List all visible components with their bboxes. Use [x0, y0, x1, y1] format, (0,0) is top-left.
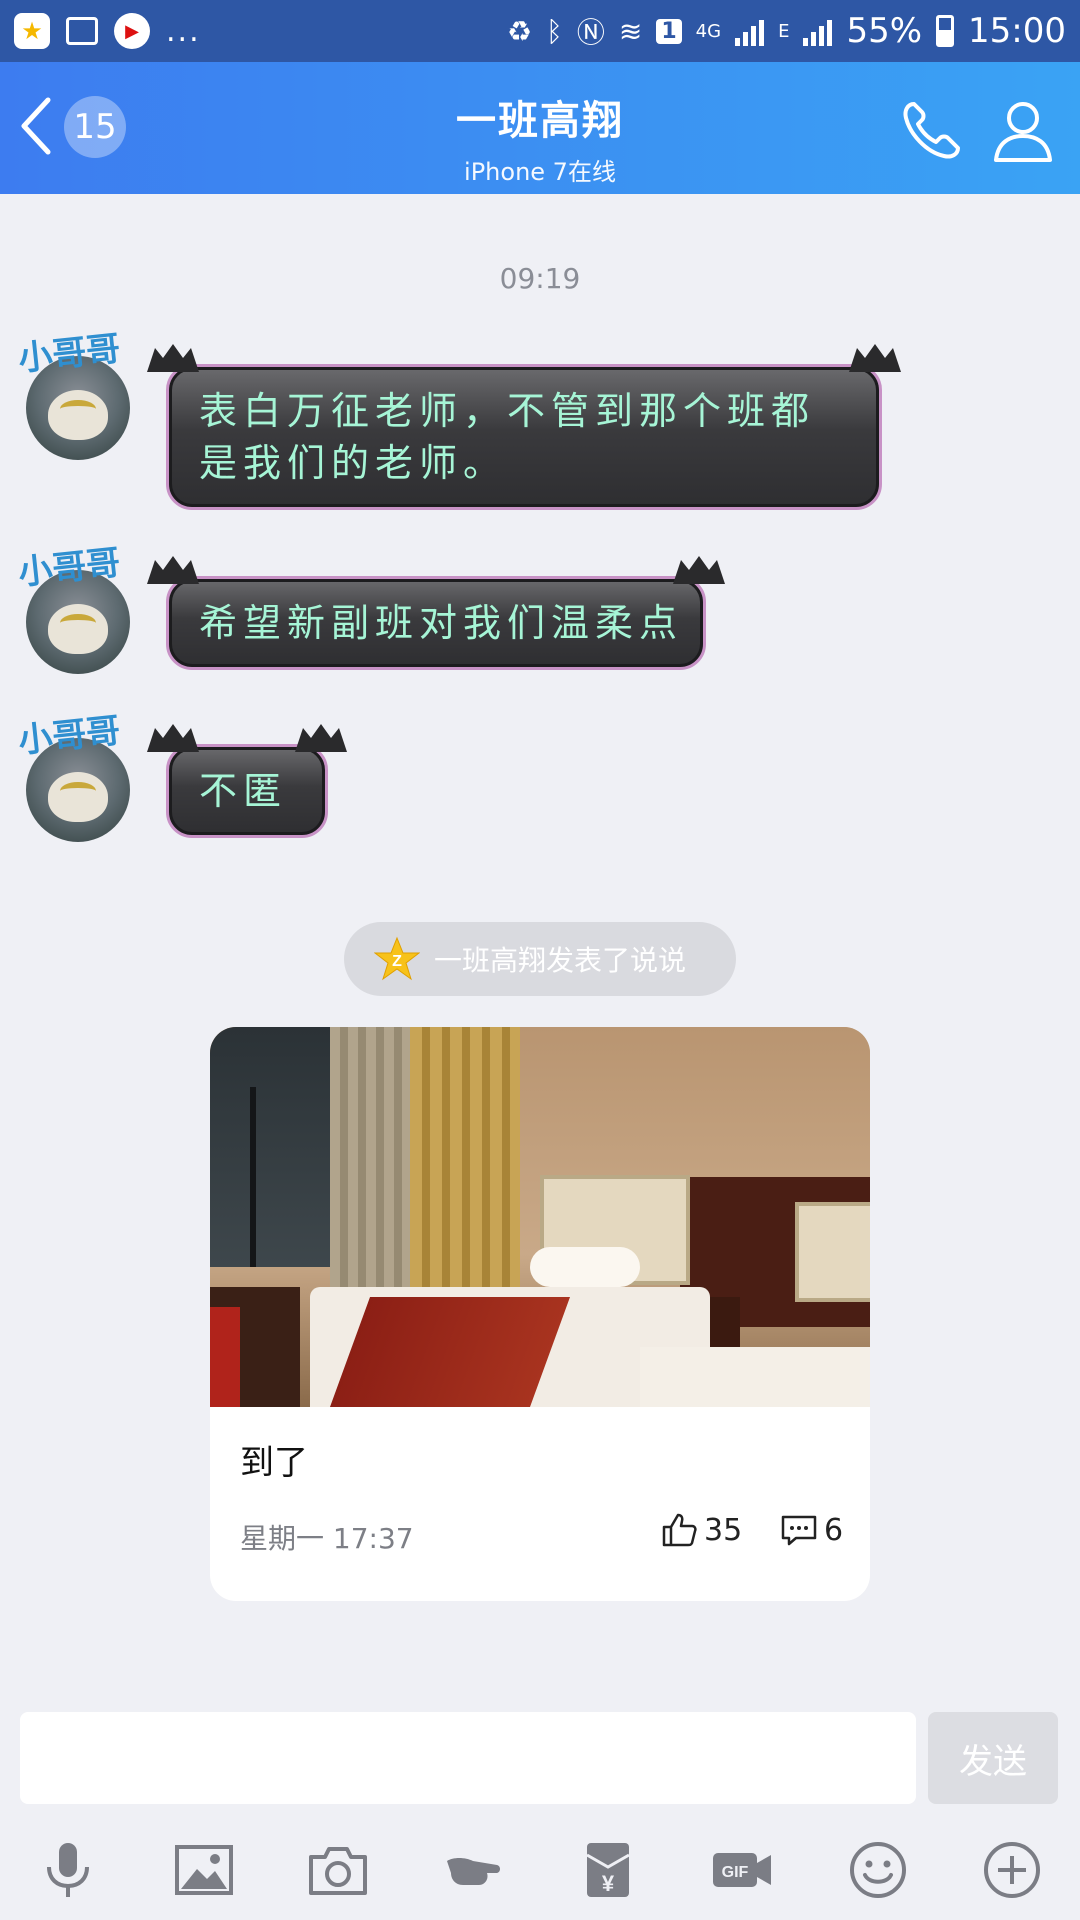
red-packet-icon: ¥ — [586, 1843, 630, 1897]
photo-button[interactable] — [168, 1834, 240, 1906]
clock: 15:00 — [968, 11, 1066, 51]
nfc-battery-icon: ♻ — [506, 14, 533, 48]
feed-notice[interactable]: Z 一班高翔发表了说说 — [344, 922, 736, 996]
like-button[interactable]: 35 — [660, 1511, 742, 1549]
bat-wing-icon — [145, 341, 201, 375]
svg-text:Z: Z — [392, 953, 402, 970]
gif-button[interactable]: GIF — [706, 1834, 778, 1906]
message-row: 小哥哥 不匿 — [17, 708, 1018, 858]
post-time: 星期一 17:37 — [240, 1522, 414, 1555]
sender-avatar-wrap[interactable]: 小哥哥 — [17, 708, 132, 848]
chat-header: 15 一班高翔 iPhone 7在线 — [0, 62, 1080, 194]
post-caption: 到了 — [240, 1443, 308, 1483]
online-status: iPhone 7在线 — [464, 158, 616, 186]
qzone-icon: ★ — [14, 13, 50, 49]
signal-icon-2 — [803, 16, 833, 46]
message-row: 小哥哥 希望新副班对我们温柔点 — [17, 540, 1018, 690]
nfc-icon: Ⓝ — [576, 16, 605, 49]
emoji-button[interactable] — [842, 1834, 914, 1906]
bat-wing-icon — [293, 721, 349, 755]
comment-count: 6 — [824, 1512, 844, 1548]
call-button[interactable] — [896, 96, 966, 166]
sender-avatar-wrap[interactable]: 小哥哥 — [17, 326, 132, 466]
bluetooth-icon: ᛒ — [546, 14, 563, 48]
bat-wing-icon — [145, 721, 201, 755]
message-bubble[interactable]: 表白万征老师，不管到那个班都是我们的老师。 — [147, 344, 901, 510]
status-bar: ★ ▶ ... ♻ ᛒ Ⓝ ≋ 1 4G E 55% 15:00 — [0, 0, 1080, 62]
message-text: 希望新副班对我们温柔点 — [199, 601, 684, 645]
post-photo[interactable] — [210, 1027, 870, 1407]
message-text: 表白万征老师，不管到那个班都是我们的老师。 — [199, 389, 816, 485]
sender-avatar-wrap[interactable]: 小哥哥 — [17, 540, 132, 680]
like-count: 35 — [704, 1512, 743, 1548]
gallery-icon — [66, 17, 98, 45]
message-bubble[interactable]: 希望新副班对我们温柔点 — [147, 556, 725, 670]
plus-icon — [984, 1842, 1040, 1898]
network-e-label: E — [778, 20, 790, 42]
plus-button[interactable] — [976, 1834, 1048, 1906]
battery-icon — [936, 15, 955, 47]
message-row: 小哥哥 表白万征老师，不管到那个班都是我们的老师。 — [17, 326, 1018, 526]
message-timestamp: 09:19 — [499, 262, 581, 295]
message-input[interactable] — [20, 1712, 916, 1804]
camera-button[interactable] — [302, 1834, 374, 1906]
profile-icon — [994, 102, 1052, 162]
emoji-icon — [850, 1842, 906, 1898]
comment-button[interactable]: 6 — [780, 1511, 843, 1549]
bat-wing-icon — [847, 341, 903, 375]
message-bubble[interactable]: 不匿 — [147, 724, 347, 838]
red-packet-button[interactable]: ¥ — [572, 1834, 644, 1906]
feed-notice-text: 一班高翔发表了说说 — [434, 944, 687, 977]
qzone-star-icon: Z — [374, 936, 420, 981]
battery-percent: 55% — [846, 11, 923, 51]
more-notifications: ... — [166, 13, 201, 49]
bat-wing-icon — [671, 553, 727, 587]
comment-icon — [781, 1515, 817, 1546]
thumbs-up-icon — [662, 1513, 697, 1547]
message-text: 不匿 — [199, 769, 288, 813]
back-chevron-icon — [21, 97, 51, 155]
network-4g-label: 4G — [695, 20, 722, 42]
unread-count-badge[interactable]: 15 — [64, 96, 126, 158]
post-card[interactable]: 到了 星期一 17:37 35 6 — [210, 1027, 870, 1601]
microphone-icon — [47, 1843, 89, 1897]
profile-button[interactable] — [988, 96, 1058, 166]
notification-badge: 1 — [656, 18, 682, 44]
back-button[interactable] — [18, 94, 58, 158]
bat-wing-icon — [145, 553, 201, 587]
camera-icon — [309, 1847, 367, 1895]
wifi-icon: ≋ — [618, 14, 643, 48]
input-toolbar: ¥ GIF — [0, 1830, 1080, 1910]
svg-text:¥: ¥ — [602, 1871, 615, 1896]
phone-icon — [903, 102, 960, 159]
signal-icon — [735, 16, 765, 46]
send-button[interactable]: 发送 — [928, 1712, 1058, 1804]
voice-button[interactable] — [32, 1834, 104, 1906]
title-block: 一班高翔 iPhone 7在线 — [300, 88, 780, 187]
svg-text:GIF: GIF — [722, 1864, 749, 1881]
page-title: 一班高翔 — [456, 98, 624, 144]
poke-button[interactable] — [438, 1834, 510, 1906]
poke-icon — [447, 1858, 500, 1885]
gif-icon: GIF — [713, 1853, 771, 1887]
video-icon: ▶ — [114, 13, 150, 49]
image-icon — [175, 1845, 233, 1895]
